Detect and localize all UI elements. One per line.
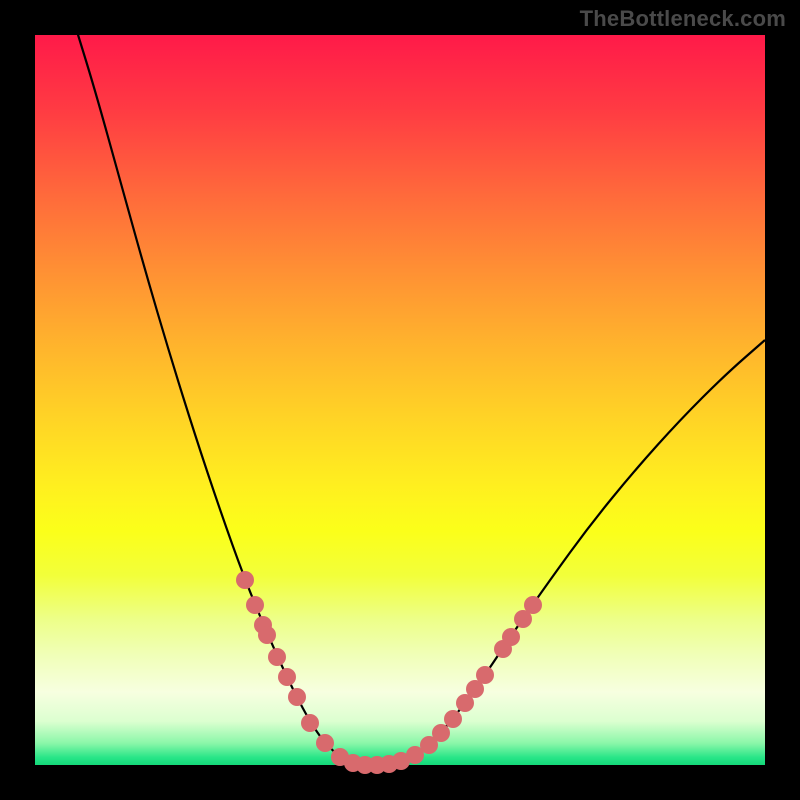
curve-svg <box>35 35 765 765</box>
highlight-dot <box>268 648 286 666</box>
highlight-dot <box>316 734 334 752</box>
bottleneck-curve <box>75 25 765 765</box>
highlight-dot <box>258 626 276 644</box>
highlight-dot <box>236 571 254 589</box>
watermark-text: TheBottleneck.com <box>580 6 786 32</box>
highlight-dot <box>476 666 494 684</box>
highlight-dot <box>246 596 264 614</box>
highlight-dots-group <box>236 571 542 774</box>
chart-frame: TheBottleneck.com <box>0 0 800 800</box>
highlight-dot <box>278 668 296 686</box>
plot-area <box>35 35 765 765</box>
highlight-dot <box>444 710 462 728</box>
highlight-dot <box>432 724 450 742</box>
highlight-dot <box>524 596 542 614</box>
highlight-dot <box>301 714 319 732</box>
highlight-dot <box>288 688 306 706</box>
highlight-dot <box>502 628 520 646</box>
